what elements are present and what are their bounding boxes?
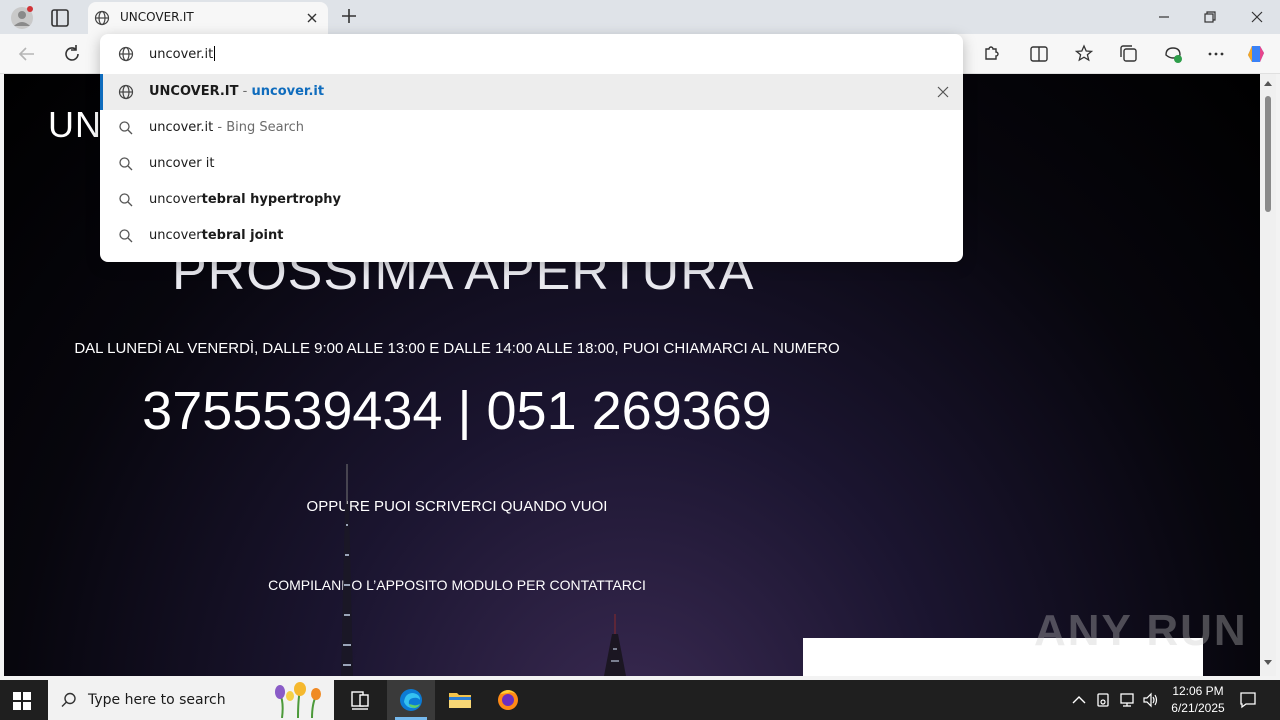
suggestion-item-query[interactable]: uncovertebral hypertrophy — [100, 182, 963, 218]
skyscraper-image — [341, 464, 353, 676]
tulips-decoration-icon — [275, 682, 321, 718]
active-tab[interactable]: UNCOVER.IT — [88, 2, 328, 34]
favorites-star-icon[interactable] — [1073, 43, 1095, 65]
phone-numbers[interactable]: 3755539434 | 051 269369 — [62, 380, 852, 442]
refresh-icon[interactable] — [61, 43, 83, 65]
more-menu-icon[interactable] — [1205, 43, 1227, 65]
collections-icon[interactable] — [1118, 43, 1140, 65]
suggestion-text: uncovertebral hypertrophy — [149, 192, 341, 207]
taskbar-search-box[interactable]: Type here to search — [48, 680, 334, 720]
search-icon — [119, 157, 133, 171]
scroll-down-arrow-icon[interactable] — [1264, 658, 1272, 666]
scroll-up-arrow-icon[interactable] — [1264, 80, 1272, 88]
edge-browser-icon — [400, 689, 422, 711]
network-icon[interactable] — [1118, 691, 1136, 709]
file-explorer-icon[interactable] — [436, 680, 484, 720]
globe-icon — [118, 46, 134, 62]
device-icon[interactable] — [1094, 691, 1112, 709]
opening-hours-text: DAL LUNEDÌ AL VENERDÌ, DALLE 9:00 ALLE 1… — [74, 340, 840, 357]
show-hidden-icons-icon[interactable] — [1070, 691, 1088, 709]
screen: UNCOVER.IT UN PROSSIMA APERTURA DAL LUNE… — [0, 0, 1280, 720]
contact-form-text: COMPILANDO L’APPOSITO MODULO PER CONTATT… — [268, 577, 646, 593]
windows-taskbar: Type here to search 12:06 PM 6/21/2025 — [0, 680, 1280, 720]
suggestion-item-query[interactable]: uncover it — [100, 146, 963, 182]
text-caret — [214, 46, 216, 61]
taskbar-edge-app[interactable] — [387, 680, 435, 720]
windows-start-icon[interactable] — [12, 691, 32, 711]
profile-avatar-icon[interactable] — [10, 6, 34, 30]
clock-date: 6/21/2025 — [1171, 701, 1225, 715]
close-window-icon[interactable] — [1249, 9, 1265, 25]
remove-suggestion-icon[interactable] — [935, 84, 951, 100]
tab-actions-icon[interactable] — [48, 7, 72, 29]
anyrun-watermark: ANY RUN — [1034, 606, 1248, 655]
split-screen-icon[interactable] — [1028, 43, 1050, 65]
browser-essentials-icon[interactable] — [1162, 43, 1184, 65]
scrollbar-thumb[interactable] — [1265, 96, 1271, 212]
task-view-icon[interactable] — [336, 680, 384, 720]
suggestion-text: uncover it — [149, 156, 215, 171]
search-icon — [119, 121, 133, 135]
tab-title: UNCOVER.IT — [120, 10, 194, 24]
globe-icon — [118, 84, 134, 100]
notifications-icon[interactable] — [1238, 690, 1258, 710]
minimize-icon[interactable] — [1156, 9, 1172, 25]
selection-indicator — [100, 74, 103, 110]
search-icon — [119, 193, 133, 207]
taskbar-search-placeholder: Type here to search — [88, 692, 226, 708]
tab-bar: UNCOVER.IT — [0, 0, 1280, 34]
suggestion-item-bing[interactable]: uncover.it - Bing Search — [100, 110, 963, 146]
search-icon — [61, 692, 76, 707]
suggestion-text: uncovertebral joint — [149, 228, 284, 243]
search-icon — [119, 229, 133, 243]
back-arrow-icon[interactable] — [16, 43, 38, 65]
globe-icon — [94, 10, 110, 26]
volume-icon[interactable] — [1142, 691, 1160, 709]
address-input[interactable]: uncover.it — [100, 34, 963, 74]
address-bar-dropdown: uncover.it UNCOVER.IT - uncover.it uncov… — [100, 34, 963, 262]
site-logo[interactable]: UN — [48, 104, 102, 146]
write-us-text: OPPURE PUOI SCRIVERCI QUANDO VUOI — [306, 498, 608, 515]
extensions-icon[interactable] — [980, 43, 1002, 65]
building-spire-image — [604, 614, 626, 676]
new-tab-icon[interactable] — [340, 7, 358, 25]
copilot-icon[interactable] — [1246, 43, 1268, 65]
suggestion-text: UNCOVER.IT - uncover.it — [149, 84, 325, 99]
suggestion-item-site[interactable]: UNCOVER.IT - uncover.it — [100, 74, 963, 110]
firefox-icon[interactable] — [484, 680, 532, 720]
taskbar-clock[interactable]: 12:06 PM 6/21/2025 — [1160, 683, 1236, 717]
restore-icon[interactable] — [1202, 9, 1218, 25]
close-tab-icon[interactable] — [304, 10, 320, 26]
suggestion-text: uncover.it - Bing Search — [149, 120, 305, 135]
clock-time: 12:06 PM — [1172, 684, 1224, 698]
suggestion-item-query[interactable]: uncovertebral joint — [100, 218, 963, 254]
address-input-text[interactable]: uncover.it — [149, 46, 216, 62]
page-scrollbar[interactable] — [1260, 74, 1276, 676]
